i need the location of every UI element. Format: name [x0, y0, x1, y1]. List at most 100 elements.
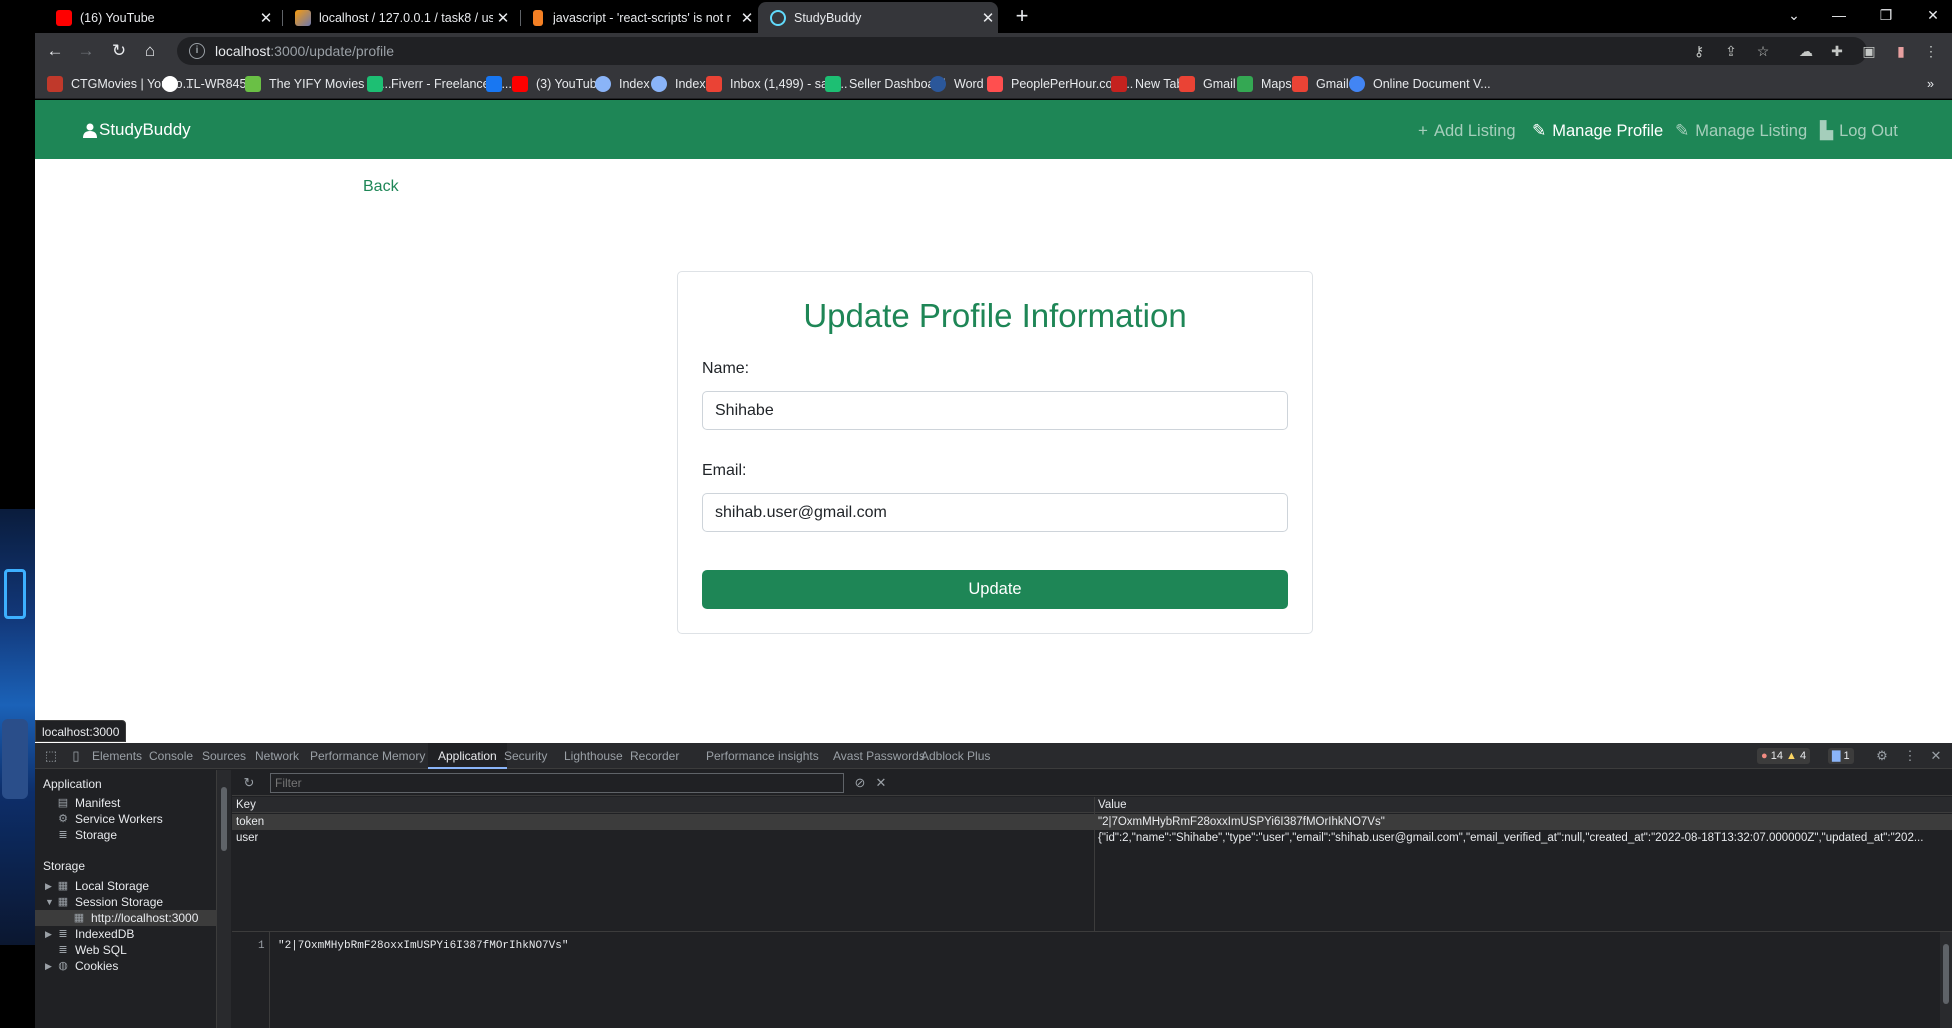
nav-manage-listing[interactable]: ✎ Manage Listing [1675, 121, 1807, 141]
close-icon[interactable]: ✕ [737, 9, 757, 27]
nav-add-listing[interactable]: + Add Listing [1418, 121, 1516, 141]
back-arrow-icon[interactable]: ← [44, 40, 66, 62]
bookmark-item[interactable]: (3) YouTube [512, 75, 604, 93]
plus-icon: + [1418, 121, 1428, 140]
row-value: "2|7OxmMHybRmF28oxxImUSPYi6I387fMOrIhkNO… [1098, 816, 1385, 828]
profile-icon[interactable]: ▮ [1891, 41, 1911, 61]
devtools-tab-elements[interactable]: Elements [92, 743, 142, 769]
close-icon[interactable]: ✕ [493, 9, 513, 27]
nav-log-out[interactable]: ▙ Log Out [1820, 121, 1898, 141]
bookmark-item[interactable]: New Tab [1111, 75, 1183, 93]
devtools-tab-performance-insights[interactable]: Performance insights [706, 743, 819, 769]
email-input[interactable] [702, 493, 1288, 532]
bookmark-item[interactable]: Maps [1237, 75, 1292, 93]
forward-arrow-icon[interactable]: → [75, 40, 97, 62]
bookmark-favicon-icon [512, 76, 528, 92]
key-icon[interactable]: ⚷ [1689, 41, 1709, 61]
devtools-tab-sources[interactable]: Sources [202, 743, 246, 769]
sidebar-item-session-storage[interactable]: ▼ ▦ Session Storage [45, 894, 163, 910]
home-icon[interactable]: ⌂ [139, 40, 161, 62]
devtools-tab-avast-passwords[interactable]: Avast Passwords [833, 743, 925, 769]
back-link[interactable]: Back [363, 178, 399, 196]
devtools-tab-lighthouse[interactable]: Lighthouse [564, 743, 623, 769]
devtools-tab-console[interactable]: Console [149, 743, 193, 769]
browser-tab-stackoverflow[interactable]: javascript - 'react-scripts' is not r ✕ [521, 2, 757, 33]
refresh-icon[interactable]: ↻ [240, 774, 258, 792]
value-column-header[interactable]: Value [1098, 797, 1127, 813]
bookmark-item[interactable]: Index [651, 75, 706, 93]
delete-selected-icon[interactable]: ✕ [872, 774, 890, 792]
device-toolbar-icon[interactable]: ▯ [67, 747, 85, 765]
restore-button[interactable]: ❐ [1874, 4, 1898, 26]
minimize-button[interactable]: — [1827, 4, 1851, 26]
close-icon[interactable]: ✕ [1927, 747, 1945, 765]
edit-icon: ✎ [1532, 121, 1547, 140]
devtools-tab-recorder[interactable]: Recorder [630, 743, 679, 769]
stackoverflow-icon [533, 9, 543, 26]
browser-tab-youtube[interactable]: (16) YouTube ✕ [44, 2, 276, 33]
bookmark-label: (3) YouTube [536, 77, 604, 91]
update-button[interactable]: Update [702, 570, 1288, 609]
messages-badge[interactable]: ▇ 1 [1828, 748, 1854, 764]
extensions-puzzle-icon[interactable]: ✚ [1827, 41, 1847, 61]
sidebar-item-manifest[interactable]: ▤ Manifest [57, 795, 121, 811]
preview-scroll-thumb[interactable] [1943, 944, 1949, 1004]
bookmark-item[interactable]: Index [595, 75, 650, 93]
close-icon[interactable]: ✕ [256, 9, 276, 27]
bookmark-item[interactable]: Gmail [1292, 75, 1349, 93]
sidebar-item-session-localhost[interactable]: ▦ http://localhost:3000 [35, 910, 217, 926]
kebab-menu-icon[interactable]: ⋮ [1901, 747, 1919, 765]
nav-manage-profile[interactable]: ✎ Manage Profile [1532, 121, 1663, 141]
bookmark-item[interactable] [486, 75, 510, 93]
table-row[interactable]: token "2|7OxmMHybRmF28oxxImUSPYi6I387fMO… [232, 814, 1952, 830]
menu-kebab-icon[interactable]: ⋮ [1921, 41, 1941, 61]
sidebar-item-cookies[interactable]: ▶ ◍ Cookies [45, 958, 118, 974]
devtools-tab-security[interactable]: Security [504, 743, 547, 769]
browser-tab-strip: (16) YouTube ✕ localhost / 127.0.0.1 / t… [0, 0, 1952, 33]
clear-all-icon[interactable]: ⊘ [851, 774, 869, 792]
sidebar-item-indexeddb[interactable]: ▶ ≣ IndexedDB [45, 926, 134, 942]
share-icon[interactable]: ⇪ [1721, 41, 1741, 61]
inspect-element-icon[interactable]: ⬚ [42, 747, 60, 765]
bookmark-star-icon[interactable]: ☆ [1753, 41, 1773, 61]
browser-tab-studybuddy[interactable]: StudyBuddy ✕ [758, 2, 998, 33]
devtools-tab-adblock-plus[interactable]: Adblock Plus [921, 743, 990, 769]
bookmark-item[interactable]: Gmail [1179, 75, 1236, 93]
issue-counts-badge[interactable]: ● 14 ▲ 4 [1757, 748, 1811, 764]
table-row[interactable]: user {"id":2,"name":"Shihabe","type":"us… [232, 830, 1952, 846]
tab-search-icon[interactable]: ⌄ [1782, 4, 1806, 26]
sidebar-scroll-thumb[interactable] [221, 787, 227, 851]
reload-icon[interactable]: ↻ [108, 40, 130, 62]
bookmarks-overflow-icon[interactable]: » [1927, 75, 1934, 93]
close-window-button[interactable]: ✕ [1921, 4, 1945, 26]
bookmark-label: Gmail [1203, 77, 1236, 91]
extension-cloud-icon[interactable]: ☁ [1796, 41, 1816, 61]
bookmark-favicon-icon [595, 76, 611, 92]
bookmark-item[interactable]: Word [930, 75, 984, 93]
side-panel-icon[interactable]: ▣ [1859, 41, 1879, 61]
settings-gear-icon[interactable]: ⚙ [1873, 747, 1891, 765]
devtools-tab-network[interactable]: Network [255, 743, 299, 769]
devtools-tab-application[interactable]: Application [428, 743, 507, 769]
sidebar-item-local-storage[interactable]: ▶ ▦ Local Storage [45, 878, 149, 894]
close-icon[interactable]: ✕ [978, 9, 998, 27]
sidebar-item-storage[interactable]: ≣ Storage [57, 827, 117, 843]
sidebar-item-web-sql[interactable]: ≣ Web SQL [57, 942, 126, 958]
info-icon[interactable]: i [189, 43, 205, 59]
name-input[interactable] [702, 391, 1288, 430]
sidebar-item-label: Storage [75, 828, 118, 842]
bookmark-item[interactable]: TL-WR845N [162, 75, 255, 93]
bookmark-item[interactable]: Online Document V... [1349, 75, 1491, 93]
devtools-tab-memory[interactable]: Memory [382, 743, 425, 769]
brand-link[interactable]: StudyBuddy [83, 120, 191, 140]
new-tab-button[interactable]: + [1012, 4, 1032, 28]
column-divider[interactable] [1094, 797, 1095, 931]
devtools-tab-performance[interactable]: Performance [310, 743, 379, 769]
browser-tab-phpmyadmin[interactable]: localhost / 127.0.0.1 / task8 / use ✕ [283, 2, 513, 33]
key-column-header[interactable]: Key [236, 797, 256, 813]
bookmark-item[interactable]: Seller Dashboard [825, 75, 946, 93]
nav-label: Manage Profile [1552, 121, 1664, 140]
sidebar-item-service-workers[interactable]: ⚙ Service Workers [57, 811, 163, 827]
filter-input[interactable] [270, 773, 844, 793]
address-bar[interactable]: i localhost:3000/update/profile [177, 37, 1867, 65]
